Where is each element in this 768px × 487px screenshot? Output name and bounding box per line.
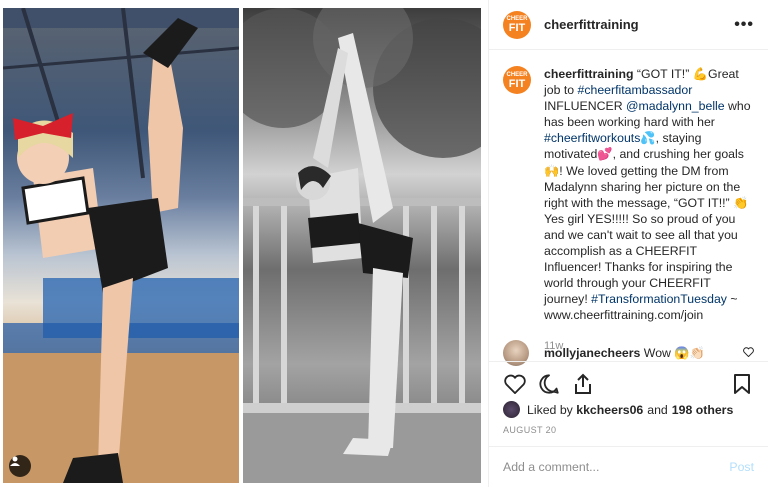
more-options-icon[interactable]: ••• [734, 16, 754, 34]
share-icon[interactable] [571, 372, 595, 396]
caption-text: cheerfittraining “GOT IT!” 💪Great job to… [544, 66, 754, 324]
liker-avatar[interactable] [503, 401, 520, 418]
photo-right [243, 8, 481, 483]
caption-avatar[interactable]: CHEER FIT [503, 66, 531, 94]
caption-segment: 💦, staying motivated💕, and crushing her … [544, 131, 749, 307]
comments-section: CHEER FIT cheerfittraining “GOT IT!” 💪Gr… [503, 66, 754, 352]
comment-like-heart-icon[interactable] [743, 346, 754, 360]
post-media [0, 0, 488, 487]
caption-tag-link[interactable]: #cheerfitworkouts [544, 131, 640, 145]
photo-left [3, 8, 239, 483]
caption-tag-link[interactable]: #cheerfitambassador [578, 83, 693, 97]
post-header: CHEER FIT cheerfittraining ••• [489, 0, 768, 50]
liker-username[interactable]: kkcheers06 [576, 403, 643, 417]
commenter-username[interactable]: mollyjanecheers [544, 346, 640, 360]
caption-tag-link[interactable]: #TransformationTuesday [591, 292, 727, 306]
post-comment-button[interactable]: Post [729, 460, 754, 474]
heart-icon[interactable] [503, 372, 527, 396]
avatar-text-bottom: FIT [508, 22, 526, 34]
avatar-text-bottom: FIT [508, 77, 526, 90]
caption-username[interactable]: cheerfittraining [544, 67, 634, 81]
caption-body: “GOT IT!” 💪Great job to #cheerfitambassa… [544, 67, 751, 322]
likes-prefix: Liked by [527, 402, 573, 417]
caption-tag-link[interactable]: @madalynn_belle [626, 99, 725, 113]
comment-icon[interactable] [537, 372, 561, 396]
likes-others[interactable]: 198 others [672, 403, 734, 417]
comment-body: Wow 😱👏🏻 [640, 345, 705, 360]
bookmark-icon[interactable] [730, 372, 754, 396]
user-tag-icon[interactable] [9, 455, 31, 477]
add-comment-bar: Post [489, 446, 768, 487]
comment-input[interactable] [503, 460, 730, 474]
action-bar [489, 361, 768, 405]
caption: CHEER FIT cheerfittraining “GOT IT!” 💪Gr… [503, 66, 754, 324]
header-username[interactable]: cheerfittraining [544, 17, 639, 32]
likes-mid: and [647, 402, 668, 417]
post-date[interactable]: AUGUST 20 [503, 425, 556, 435]
comment-text: mollyjanecheers Wow 😱👏🏻 [544, 346, 705, 361]
account-avatar[interactable]: CHEER FIT [503, 10, 531, 39]
likes-summary: Liked by kkcheers06 and 198 others [503, 401, 733, 418]
post-panel: CHEER FIT cheerfittraining ••• CHEER FIT… [488, 0, 768, 487]
caption-segment: INFLUENCER [544, 99, 626, 114]
